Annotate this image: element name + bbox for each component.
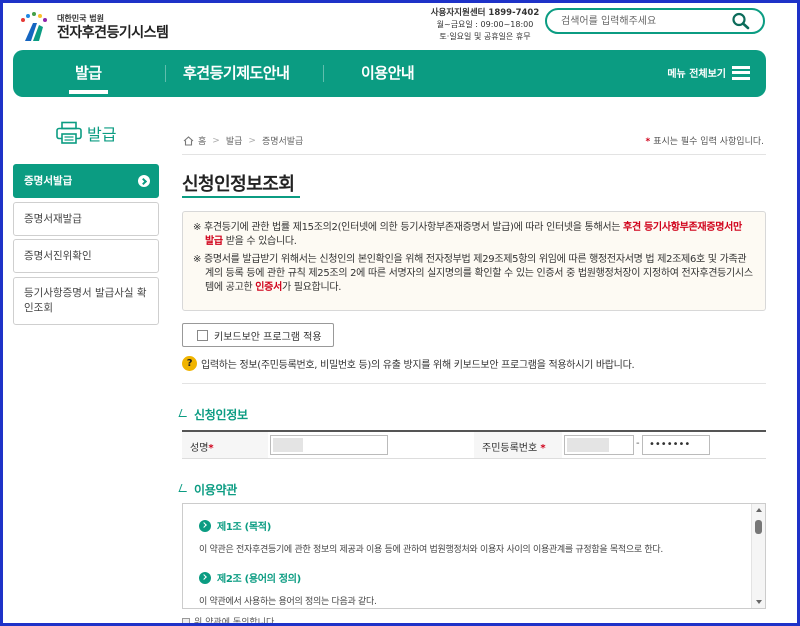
menu-all-button[interactable]: 메뉴 전체보기 xyxy=(667,65,750,80)
scroll-up-icon[interactable] xyxy=(756,508,762,512)
sidebar-title-text: 발급 xyxy=(87,125,117,144)
nav-usage-guide[interactable]: 이용안내 xyxy=(361,62,415,83)
sidebar-title: 발급 xyxy=(55,118,135,148)
keyboard-security-toggle[interactable]: 키보드보안 프로그램 적용 xyxy=(182,323,334,347)
sidebar-item-issuance-history[interactable]: 등기사항증명서 발급사실 확인조회 xyxy=(13,277,159,325)
applicant-section-title: 신청인정보 xyxy=(178,406,248,423)
required-note: * 표시는 필수 입력 사항입니다. xyxy=(645,134,764,147)
hamburger-icon xyxy=(732,65,750,80)
search-icon[interactable] xyxy=(731,12,751,30)
sidebar-item-label: 등기사항증명서 발급사실 확인조회 xyxy=(24,287,147,314)
site-logo[interactable]: 대한민국 법원 전자후견등기시스템 xyxy=(17,10,177,46)
nav-divider xyxy=(165,65,166,82)
search-box xyxy=(545,8,765,34)
logo-subtitle: 대한민국 법원 xyxy=(57,14,104,23)
masked-value xyxy=(273,438,303,452)
terms-section-title: 이용약관 xyxy=(178,481,237,498)
terms-box[interactable]: 제1조 (목적) 이 약관은 전자후견등기에 관한 정보의 제공과 이용 등에 … xyxy=(182,503,766,609)
sidebar-item-label: 증명서발급 xyxy=(24,174,73,187)
term-article-2-title: 제2조 (용어의 정의) xyxy=(199,570,301,585)
masked-value xyxy=(567,438,609,452)
rrn-dash: - xyxy=(636,438,640,449)
home-icon xyxy=(183,135,194,146)
scroll-thumb[interactable] xyxy=(755,520,762,534)
term-article-1-text: 이 약관은 전자후견등기에 관한 정보의 제공과 이용 등에 관하여 법원행정처… xyxy=(199,545,663,555)
divider xyxy=(182,154,766,155)
sidebar-item-authenticity-check[interactable]: 증명서진위확인 xyxy=(13,239,159,273)
search-input[interactable] xyxy=(561,13,721,29)
terms-agree-label: 위 약관에 동의합니다 xyxy=(194,618,275,626)
rrn-front-field[interactable] xyxy=(564,435,634,455)
chevron-right-icon xyxy=(138,175,150,187)
breadcrumb-separator: > xyxy=(248,135,256,146)
nav-issue[interactable]: 발급 xyxy=(69,62,108,94)
title-underline xyxy=(182,196,300,198)
support-phone: 사용자지원센터 1899-7402 xyxy=(430,8,540,18)
printer-icon xyxy=(56,121,82,144)
divider xyxy=(182,383,766,384)
sidebar-item-label: 증명서진위확인 xyxy=(24,249,92,262)
terms-agree-checkbox[interactable] xyxy=(182,617,190,626)
breadcrumb-issue[interactable]: 발급 xyxy=(226,134,243,147)
chevron-right-icon xyxy=(199,571,211,584)
page-title: 신청인정보조회 xyxy=(182,174,295,195)
breadcrumb-home[interactable]: 홈 xyxy=(198,134,206,147)
name-field[interactable] xyxy=(270,435,388,455)
terms-agree[interactable]: 위 약관에 동의합니다 xyxy=(182,615,274,626)
question-icon: ? xyxy=(182,356,197,371)
sidebar-item-certificate-issue[interactable]: 증명서발급 xyxy=(13,164,159,198)
breadcrumb-separator: > xyxy=(212,135,220,146)
support-closed: 토·일요일 및 공휴일은 휴무 xyxy=(439,32,531,41)
terms-scrollbar[interactable] xyxy=(751,504,765,608)
support-hours: 월~금요일 : 09:00~18:00 xyxy=(436,20,534,29)
breadcrumb: 홈 > 발급 > 증명서발급 xyxy=(183,134,303,147)
sidebar-item-certificate-reissue[interactable]: 증명서재발급 xyxy=(13,202,159,236)
scroll-down-icon[interactable] xyxy=(756,600,762,604)
logo-title: 전자후견등기시스템 xyxy=(57,25,169,41)
applicant-form: 성명* 주민등록번호 * - ••••••• xyxy=(182,430,766,459)
nav-divider xyxy=(323,65,324,82)
notice-paragraph-1: ※ 후견등기에 관한 법률 제15조의2(인터넷에 의한 등기사항부존재증명서 … xyxy=(193,222,742,247)
term-article-2-text: 이 약관에서 사용하는 용어의 정의는 다음과 같다. xyxy=(199,597,377,607)
keyboard-security-label: 키보드보안 프로그램 적용 xyxy=(214,331,322,343)
keyboard-security-note-text: 입력하는 정보(주민등록번호, 비밀번호 등)의 유출 방지를 위해 키보드보안… xyxy=(201,360,635,371)
required-note-text: 표시는 필수 입력 사항입니다. xyxy=(653,137,764,147)
section-mark-icon xyxy=(178,408,190,417)
rrn-label: 주민등록번호 * xyxy=(482,443,546,454)
keyboard-security-note: ? 입력하는 정보(주민등록번호, 비밀번호 등)의 유출 방지를 위해 키보드… xyxy=(182,356,635,371)
rrn-back-field[interactable]: ••••••• xyxy=(642,435,710,455)
required-mark: * xyxy=(645,137,651,147)
sidebar-item-label: 증명서재발급 xyxy=(24,212,82,225)
keyboard-security-checkbox[interactable] xyxy=(197,329,208,341)
main-nav: 발급 후견등기제도안내 이용안내 메뉴 전체보기 xyxy=(13,50,766,97)
nav-guardianship-guide[interactable]: 후견등기제도안내 xyxy=(183,62,290,83)
notice-paragraph-2: ※ 증명서를 발급받기 위해서는 신청인의 본인확인을 위해 전자정부법 제29… xyxy=(193,254,753,293)
term-article-1-title: 제1조 (목적) xyxy=(199,518,271,533)
chevron-right-icon xyxy=(199,519,211,532)
breadcrumb-certificate[interactable]: 증명서발급 xyxy=(262,134,303,147)
notice-box: ※ 후견등기에 관한 법률 제15조의2(인터넷에 의한 등기사항부존재증명서 … xyxy=(182,211,766,311)
section-mark-icon xyxy=(178,483,190,492)
court-emblem-icon xyxy=(17,11,53,45)
menu-all-label: 메뉴 전체보기 xyxy=(667,69,726,80)
name-label: 성명* xyxy=(190,443,214,454)
support-center-info: 사용자지원센터 1899-7402 월~금요일 : 09:00~18:00 토·… xyxy=(430,7,540,43)
notice-highlight: 인증서 xyxy=(255,282,282,293)
